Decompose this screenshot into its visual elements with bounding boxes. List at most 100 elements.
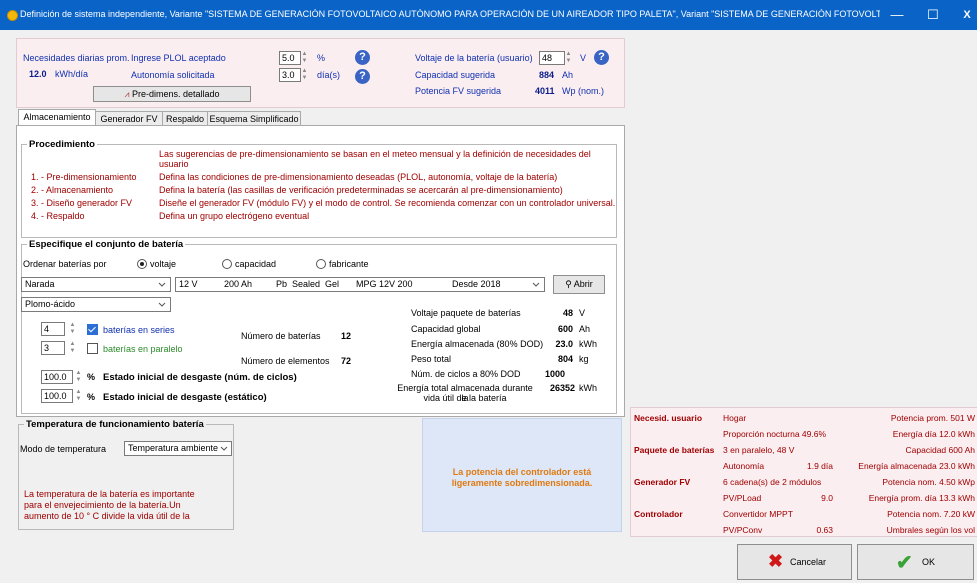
voltage-help-icon[interactable]: ? [594, 50, 609, 65]
step-4-text: Defina un grupo electrógeno eventual [159, 211, 310, 221]
summary-row-c1: 6 cadena(s) de 2 módulos [723, 477, 822, 487]
predim-button-label: Pre-dimens. detallado [132, 89, 220, 99]
suggested-pv-value: 4011 [535, 86, 555, 96]
battery-voltage-spinner[interactable]: ▲ ▼ [565, 51, 572, 65]
summary-row-c3: Potencia nom. 7.20 kW [887, 509, 975, 519]
suggested-pv-unit: Wp (nom.) [562, 86, 605, 96]
stat-capacity-label: Capacidad global [411, 324, 481, 334]
cancel-button[interactable]: ✖ Cancelar [737, 544, 852, 580]
stat-capacity-value: 600 [557, 324, 573, 334]
daily-needs-unit: kWh/día [55, 69, 89, 79]
autonomy-input[interactable]: 3.0 [279, 68, 301, 82]
sort-capacity-label: capacidad [235, 259, 277, 269]
summary-row-c3: Potencia nom. 4.50 kWp [882, 477, 975, 487]
predim-detailed-button[interactable]: ⩘ Pre-dimens. detallado [93, 86, 251, 102]
temperature-note-2: para el envejecimiento de la batería.Un [24, 500, 181, 510]
parallel-label: baterías en paralelo [103, 344, 183, 354]
sort-manufacturer-radio[interactable] [316, 259, 326, 269]
chevron-down-icon [532, 282, 540, 287]
summary-row-c1: Convertidor MPPT [723, 509, 793, 519]
minimize-button[interactable]: — [888, 6, 906, 24]
maximize-button[interactable]: ☐ [924, 6, 942, 24]
tab-esquema-simplificado[interactable]: Esquema Simplificado [207, 111, 301, 126]
sort-voltage-label: voltaje [150, 259, 177, 269]
parallel-spinner[interactable]: ▲ ▼ [69, 341, 76, 355]
manufacturer-select[interactable]: Narada [21, 277, 171, 292]
stat-energy-label: Energía almacenada (80% DOD) [411, 339, 544, 349]
ok-button[interactable]: ✔ OK [857, 544, 974, 580]
parallel-checkbox[interactable] [87, 343, 98, 354]
model-since: Desde 2018 [452, 279, 501, 289]
tab-generador-fv[interactable]: Generador FV [95, 111, 163, 126]
controller-warning-panel: La potencia del controlador está ligeram… [422, 418, 622, 532]
model-name: MPG 12V 200 [356, 279, 413, 289]
series-checkbox[interactable] [87, 324, 98, 335]
summary-row-c1: Proporción nocturna 49.6% [723, 429, 827, 439]
chevron-down-icon [158, 282, 166, 287]
wear-cycles-input[interactable]: 100.0 [41, 370, 73, 384]
manufacturer-value: Narada [25, 279, 55, 289]
tab-respaldo[interactable]: Respaldo [162, 111, 208, 126]
num-elements-label: Número de elementos [241, 356, 330, 366]
temperature-mode-label: Modo de temperatura [20, 444, 107, 454]
parallel-count-input[interactable]: 3 [41, 341, 65, 355]
warning-line-1: La potencia del controlador está [452, 467, 592, 477]
chart-icon: ⩘ [124, 89, 130, 99]
stat-pack-voltage-unit: V [579, 308, 586, 318]
wear-cycles-spinner[interactable]: ▲ ▼ [75, 370, 82, 384]
sort-voltage-radio[interactable] [137, 259, 147, 269]
battery-model-select[interactable]: 12 V 200 Ah Pb Sealed Gel MPG 12V 200 De… [175, 277, 545, 292]
stat-weight-value: 804 [557, 354, 573, 364]
plol-unit: % [317, 53, 326, 63]
stat-weight-label: Peso total [411, 354, 452, 364]
plol-help-icon[interactable]: ? [355, 50, 370, 65]
stat-pack-voltage-value: 48 [562, 308, 573, 318]
temperature-mode-select[interactable]: Temperatura ambiente [124, 441, 232, 456]
summary-row-c1: 3 en paralelo, 48 V [723, 445, 795, 455]
autonomy-help-icon[interactable]: ? [355, 69, 370, 84]
wear-static-spinner[interactable]: ▲ ▼ [75, 389, 82, 403]
battery-set-title: Especifique el conjunto de batería [27, 239, 186, 250]
battery-voltage-unit: V [580, 53, 587, 63]
temperature-mode-value: Temperatura ambiente [128, 443, 219, 453]
series-spinner[interactable]: ▲ ▼ [69, 322, 76, 336]
tab-almacenamiento[interactable]: Almacenamiento [18, 109, 96, 126]
needs-panel: Necesidades diarias prom. 12.0 kWh/día I… [16, 38, 625, 108]
num-batteries-label: Número de baterías [241, 331, 321, 341]
daily-needs-value: 12.0 [29, 69, 47, 79]
num-batteries-value: 12 [341, 331, 352, 341]
lifetime-energy-unit: kWh [579, 383, 597, 393]
battery-type-select[interactable]: Plomo-ácido [21, 297, 171, 312]
summary-row-c1: PV/PLoad [723, 493, 762, 503]
temperature-title: Temperatura de funcionamiento batería [24, 419, 206, 430]
close-button[interactable]: X [958, 6, 976, 24]
suggested-capacity-value: 884 [539, 70, 555, 80]
autonomy-spinner[interactable]: ▲ ▼ [301, 68, 308, 82]
stat-energy-unit: kWh [579, 339, 597, 349]
battery-voltage-input[interactable]: 48 [539, 51, 565, 65]
ok-label: OK [922, 557, 936, 567]
stat-energy-value: 23.0 [555, 339, 573, 349]
wear-static-input[interactable]: 100.0 [41, 389, 73, 403]
plol-input[interactable]: 5.0 [279, 51, 301, 65]
window-title: Definición de sistema independiente, Var… [20, 9, 880, 19]
summary-row-c1: Hogar [723, 413, 747, 423]
summary-row-c2: 0.63 [816, 525, 833, 535]
chevron-down-icon [158, 302, 166, 307]
summary-row-head: Generador FV [634, 477, 691, 487]
plol-spinner[interactable]: ▲ ▼ [301, 51, 308, 65]
model-voltage: 12 V [179, 279, 198, 289]
step-1-text: Defina las condiciones de pre-dimensiona… [159, 172, 558, 182]
battery-type-value: Plomo-ácido [25, 299, 76, 309]
summary-row-c3: Potencia prom. 501 W [890, 413, 975, 423]
model-capacity: 200 Ah [224, 279, 253, 289]
summary-row-head: Paquete de baterías [634, 445, 715, 455]
series-count-input[interactable]: 4 [41, 322, 65, 336]
model-technology: Pb Sealed Gel [276, 279, 340, 289]
open-battery-button[interactable]: ⚲ Abrir [553, 275, 605, 294]
num-elements-value: 72 [341, 356, 352, 366]
stat-cycles-value: 1000 [544, 369, 565, 379]
sort-capacity-radio[interactable] [222, 259, 232, 269]
suggested-capacity-label: Capacidad sugerida [415, 70, 496, 80]
step-1-label: 1. - Pre-dimensionamiento [31, 172, 137, 182]
